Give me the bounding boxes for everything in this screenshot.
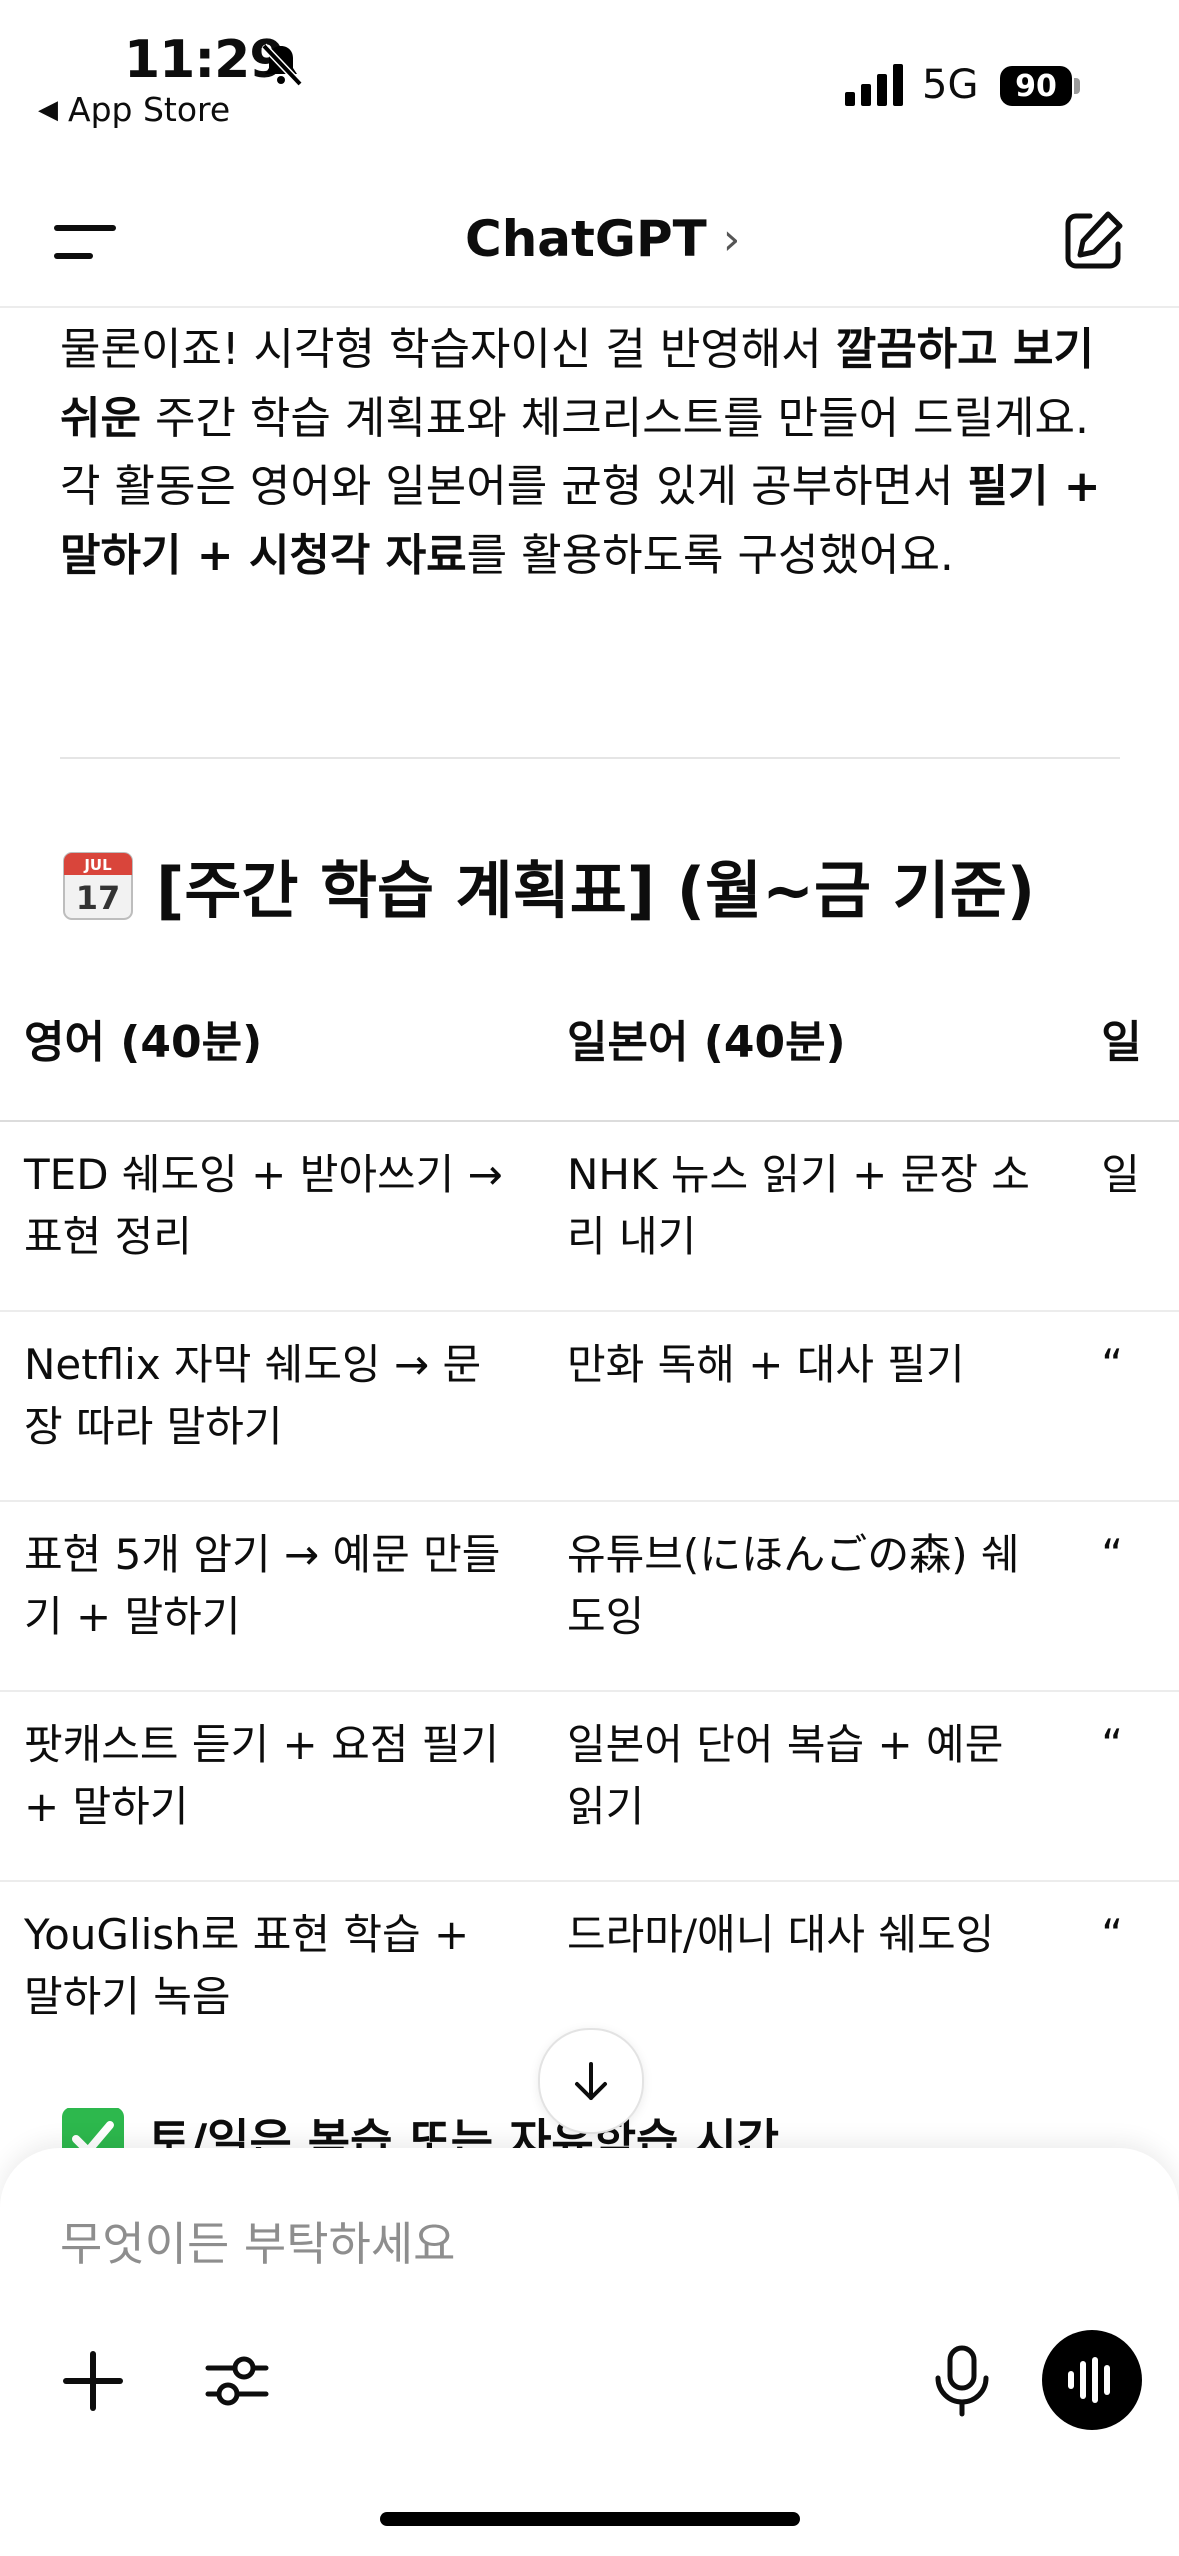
svg-text:JUL: JUL xyxy=(83,856,112,874)
table-cell: TED 쉐도잉 + 받아쓰기 → 표현 정리 xyxy=(0,1121,543,1312)
chevron-right-icon: › xyxy=(722,213,741,265)
intro-text-1: 물론이죠! 시각형 학습자이신 걸 반영해서 xyxy=(60,324,836,375)
new-chat-icon[interactable] xyxy=(1060,208,1126,274)
header-col3: 일 xyxy=(1077,982,1179,1122)
waveform-icon xyxy=(1068,2357,1110,2403)
table-cell: “ xyxy=(1101,1910,1123,1959)
table-row: 팟캐스트 듣기 + 요점 필기 + 말하기 일본어 단어 복습 + 예문 읽기 … xyxy=(0,1691,1179,1882)
battery-tip xyxy=(1074,78,1080,94)
table-cell: 일 xyxy=(1077,1121,1179,1312)
table-cell: 유튜브(にほんごの森) 쉐도잉 xyxy=(542,1501,1078,1692)
table-cell: 만화 독해 + 대사 필기 xyxy=(542,1311,1078,1502)
svg-text:17: 17 xyxy=(76,879,121,917)
table-cell: “ xyxy=(1077,1691,1179,1882)
scroll-to-bottom-button[interactable] xyxy=(538,2028,644,2134)
back-app-label: App Store xyxy=(68,90,231,129)
section-divider xyxy=(60,757,1120,759)
message-input[interactable]: 무엇이든 부탁하세요 xyxy=(60,2208,456,2274)
home-indicator xyxy=(380,2512,800,2526)
tools-sliders-icon[interactable] xyxy=(204,2348,270,2414)
assistant-message-intro: 물론이죠! 시각형 학습자이신 걸 반영해서 깔끔하고 보기 쉬운 주간 학습 … xyxy=(60,316,1140,590)
nav-divider xyxy=(0,306,1179,308)
table-cell: Netflix 자막 쉐도잉 → 문장 따라 말하기 xyxy=(0,1311,543,1502)
intro-text-2: 주간 학습 계획표와 체크리스트를 만들어 드릴게요. 각 활동은 영어와 일본… xyxy=(60,392,1089,513)
header-japanese: 일본어 (40분) xyxy=(542,982,1078,1122)
table-header-row: 영어 (40분) 일본어 (40분) 일 xyxy=(0,982,1179,1122)
voice-mode-button[interactable] xyxy=(1042,2330,1142,2430)
back-triangle-icon: ◀ xyxy=(38,94,58,125)
message-composer: 무엇이든 부탁하세요 xyxy=(0,2148,1179,2556)
model-selector[interactable]: ChatGPT › xyxy=(465,210,740,268)
nav-title-text: ChatGPT xyxy=(465,210,707,268)
plus-icon[interactable] xyxy=(60,2348,126,2414)
table-cell: 팟캐스트 듣기 + 요점 필기 + 말하기 xyxy=(0,1691,543,1882)
table-cell: “ xyxy=(1077,1311,1179,1502)
bell-muted-icon xyxy=(261,43,303,87)
network-type: 5G xyxy=(922,62,979,108)
calendar-icon: JUL 17 xyxy=(63,852,133,920)
table-cell: 표현 5개 암기 → 예문 만들기 + 말하기 xyxy=(0,1501,543,1692)
header-english: 영어 (40분) xyxy=(0,982,543,1122)
table-cell: 일본어 단어 복습 + 예문 읽기 xyxy=(542,1691,1078,1882)
menu-icon[interactable] xyxy=(54,222,116,262)
table-row: 표현 5개 암기 → 예문 만들기 + 말하기 유튜브(にほんごの森) 쉐도잉 … xyxy=(0,1501,1179,1692)
section-title-text: [주간 학습 계획표] (월~금 기준) xyxy=(156,854,1036,927)
table-cell: NHK 뉴스 읽기 + 문장 소리 내기 xyxy=(542,1121,1078,1312)
table-row: TED 쉐도잉 + 받아쓰기 → 표현 정리 NHK 뉴스 읽기 + 문장 소리… xyxy=(0,1121,1179,1312)
table-cell: YouGlish로 표현 학습 + 말하기 녹음 xyxy=(24,1910,470,2021)
cellular-signal-icon xyxy=(845,64,903,106)
battery-level: 90 xyxy=(1015,68,1057,104)
microphone-icon[interactable] xyxy=(928,2344,996,2418)
weekly-plan-table: 영어 (40분) 일본어 (40분) 일 TED 쉐도잉 + 받아쓰기 → 표현… xyxy=(0,982,1179,2070)
back-to-app-store[interactable]: ◀ App Store xyxy=(38,90,230,129)
section-heading: JUL 17 [주간 학습 계획표] (월~금 기준) xyxy=(60,840,1035,930)
battery-indicator: 90 xyxy=(1000,66,1072,106)
table-cell: “ xyxy=(1077,1501,1179,1692)
intro-text-3: 를 활용하도록 구성했어요. xyxy=(466,529,954,581)
weekly-plan-table-scroll[interactable]: 영어 (40분) 일본어 (40분) 일 TED 쉐도잉 + 받아쓰기 → 표현… xyxy=(0,982,1179,2070)
table-row: Netflix 자막 쉐도잉 → 문장 따라 말하기 만화 독해 + 대사 필기… xyxy=(0,1311,1179,1502)
arrow-down-icon xyxy=(575,2062,607,2100)
